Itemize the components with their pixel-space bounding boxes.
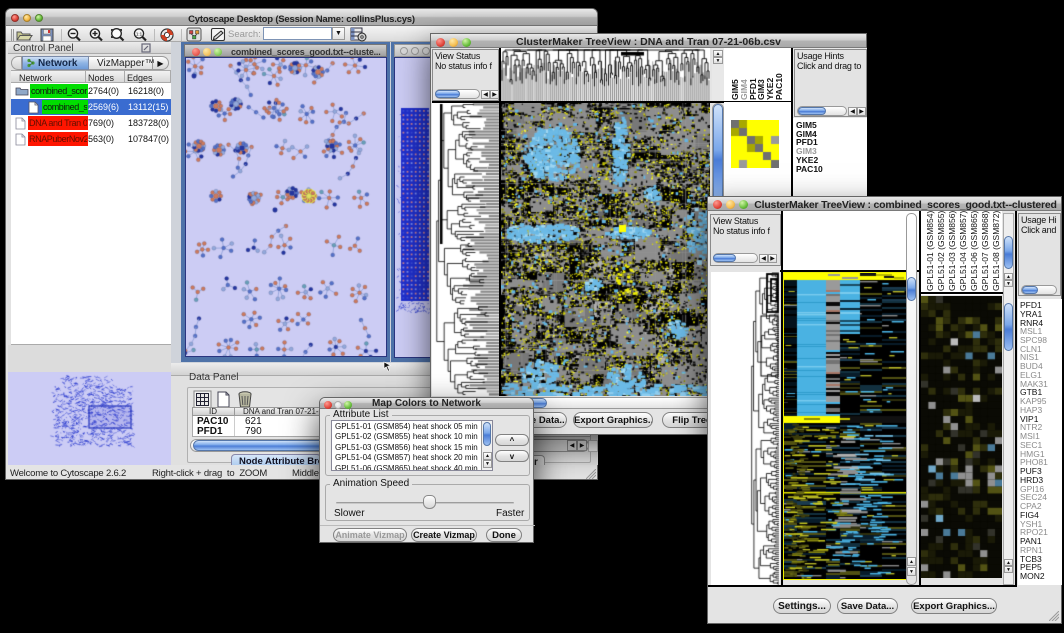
svg-text:1:1: 1:1 xyxy=(136,31,143,36)
